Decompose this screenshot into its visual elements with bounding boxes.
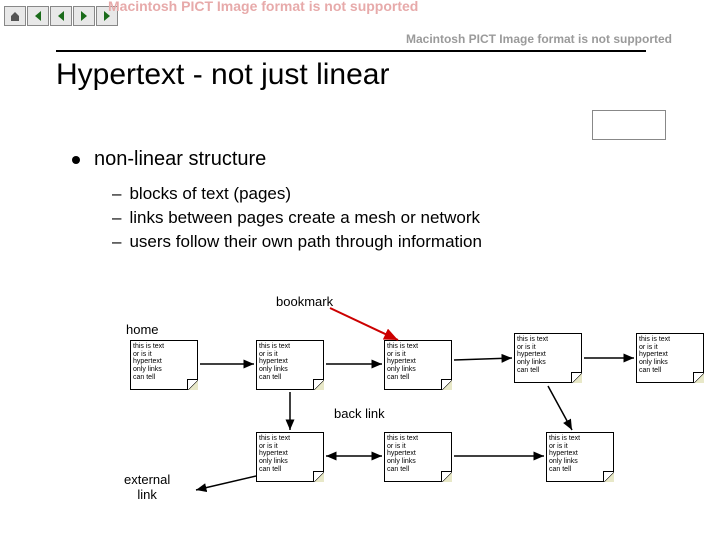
note-text: this is text or is it hypertext only lin…: [517, 336, 548, 374]
note-page: this is text or is it hypertext only lin…: [546, 432, 614, 482]
triangle-left-icon: [55, 10, 67, 22]
sub-text: links between pages create a mesh or net…: [129, 208, 480, 227]
nav-home-button[interactable]: [4, 6, 26, 26]
bullet-main: non-linear structure: [72, 148, 266, 171]
note-page: this is text or is it hypertext only lin…: [384, 340, 452, 390]
sub-text: users follow their own path through info…: [129, 232, 481, 251]
pict-placeholder-right: Macintosh PICT Image format is not suppo…: [406, 32, 672, 46]
note-page: this is text or is it hypertext only lin…: [384, 432, 452, 482]
slide-title: Hypertext - not just linear: [56, 58, 389, 92]
note-page: this is text or is it hypertext only lin…: [636, 333, 704, 383]
pict-placeholder-box: [592, 110, 666, 140]
bullet-text: non-linear structure: [94, 148, 266, 170]
pict-placeholder-left: Macintosh PICT Image format is not suppo…: [108, 0, 418, 15]
sub-bullet-1: –blocks of text (pages): [112, 184, 291, 204]
label-backlink: back link: [334, 406, 385, 421]
sub-text: blocks of text (pages): [129, 184, 291, 203]
label-external: external link: [124, 472, 170, 502]
nav-prev-button[interactable]: [50, 6, 72, 26]
triangle-left-icon: [32, 10, 44, 22]
note-text: this is text or is it hypertext only lin…: [259, 435, 290, 473]
label-bookmark: bookmark: [276, 294, 333, 309]
note-page: this is text or is it hypertext only lin…: [130, 340, 198, 390]
sub-bullet-2: –links between pages create a mesh or ne…: [112, 208, 480, 228]
note-page: this is text or is it hypertext only lin…: [256, 340, 324, 390]
nav-next-button[interactable]: [73, 6, 95, 26]
sub-bullet-3: –users follow their own path through inf…: [112, 232, 482, 252]
note-text: this is text or is it hypertext only lin…: [133, 343, 164, 381]
note-page: this is text or is it hypertext only lin…: [514, 333, 582, 383]
note-text: this is text or is it hypertext only lin…: [387, 343, 418, 381]
title-rule: [56, 50, 646, 52]
nav-strip: [4, 6, 118, 26]
note-text: this is text or is it hypertext only lin…: [387, 435, 418, 473]
label-home: home: [126, 322, 159, 337]
note-text: this is text or is it hypertext only lin…: [549, 435, 580, 473]
triangle-right-icon: [78, 10, 90, 22]
home-icon: [9, 10, 21, 22]
note-text: this is text or is it hypertext only lin…: [639, 336, 670, 374]
note-page: this is text or is it hypertext only lin…: [256, 432, 324, 482]
nav-first-button[interactable]: [27, 6, 49, 26]
bullet-dot-icon: [72, 156, 80, 164]
note-text: this is text or is it hypertext only lin…: [259, 343, 290, 381]
